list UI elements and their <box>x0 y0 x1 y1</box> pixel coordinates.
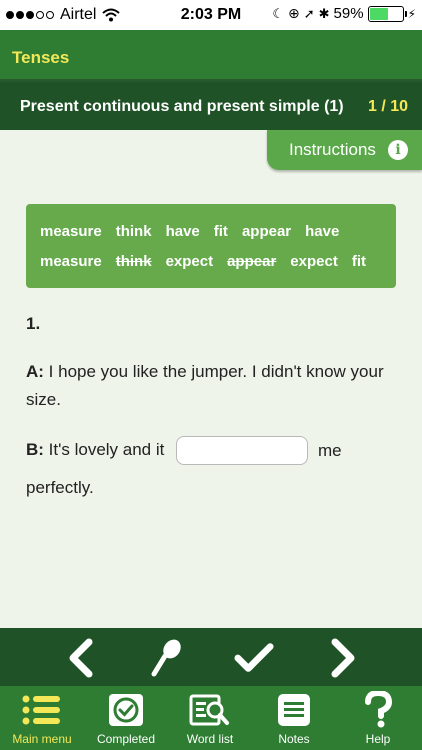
line-a-text: I hope you like the jumper. I didn't kno… <box>26 362 384 409</box>
previous-button[interactable] <box>60 638 100 678</box>
word-bank-word[interactable]: expect <box>166 253 214 270</box>
location-icon: ➚ <box>303 5 315 21</box>
exercise-header: Present continuous and present simple (1… <box>0 82 422 130</box>
line-b-text: It's lovely and it <box>43 440 165 459</box>
question-number: 1. <box>26 314 41 333</box>
checkmark-icon <box>234 643 274 672</box>
app-title: Tenses <box>12 48 70 67</box>
line-b-after-text: me <box>318 441 342 460</box>
charging-icon: ⚡ <box>407 6 416 21</box>
instructions-button[interactable]: Instructions i <box>267 130 422 170</box>
check-button[interactable] <box>234 638 274 678</box>
chevron-left-icon <box>69 638 93 678</box>
word-bank-word[interactable]: expect <box>290 253 338 270</box>
bluetooth-icon: ✱ <box>318 5 330 21</box>
word-bank-word[interactable]: fit <box>214 223 228 240</box>
notes-icon <box>278 694 310 726</box>
help-icon <box>365 691 393 728</box>
tab-label: Completed <box>96 732 156 746</box>
word-list-icon <box>189 694 229 726</box>
list-icon <box>22 695 60 725</box>
info-icon: i <box>388 140 408 160</box>
answer-input[interactable] <box>176 436 308 465</box>
tab-label: Notes <box>278 732 310 746</box>
tab-notes[interactable]: Notes <box>252 686 336 750</box>
line-b-end-text: perfectly. <box>26 478 94 497</box>
dialogue-line-b: B: It's lovely and it <box>26 440 164 460</box>
word-bank-row: measure think have fit appear have <box>40 216 386 246</box>
tab-bar: Main menu Completed Word list Notes Help <box>0 686 422 750</box>
tab-completed[interactable]: Completed <box>84 686 168 750</box>
word-bank-word[interactable]: have <box>305 223 339 240</box>
tab-label: Word list <box>186 732 234 746</box>
word-bank-word[interactable]: have <box>166 223 200 240</box>
battery-percent: 59% <box>333 5 364 22</box>
word-bank-word[interactable]: fit <box>352 253 366 270</box>
tab-word-list[interactable]: Word list <box>168 686 252 750</box>
word-bank-word[interactable]: think <box>116 223 152 240</box>
word-bank-row: measure think expect appear expect fit <box>40 246 386 276</box>
word-bank-word[interactable]: measure <box>40 253 102 270</box>
word-bank-word-used[interactable]: appear <box>227 253 276 270</box>
tab-help[interactable]: Help <box>336 686 420 750</box>
app-header: Tenses <box>0 30 422 82</box>
moon-icon: ☾ <box>272 5 284 21</box>
speaker-a: A: <box>26 362 44 381</box>
progress-counter: 1 / 10 <box>367 98 408 115</box>
dialogue-line-a: A: I hope you like the jumper. I didn't … <box>26 358 406 414</box>
completed-icon <box>109 694 143 726</box>
chevron-right-icon <box>331 638 355 678</box>
tab-label: Help <box>365 732 391 746</box>
exercise-title: Present continuous and present simple (1… <box>20 98 344 115</box>
status-bar: Airtel 2:03 PM ☾ ⊕ ➚ ✱ 59% ⚡ <box>0 0 422 30</box>
microphone-icon <box>151 639 181 677</box>
word-bank-word[interactable]: appear <box>242 223 291 240</box>
microphone-button[interactable] <box>146 638 186 678</box>
tab-label: Main menu <box>12 732 72 746</box>
word-bank: measure think have fit appear have measu… <box>26 204 396 288</box>
tab-main-menu[interactable]: Main menu <box>0 686 84 750</box>
word-bank-word-used[interactable]: think <box>116 253 152 270</box>
speaker-b: B: <box>26 440 44 459</box>
action-bar <box>0 628 422 686</box>
battery-icon <box>367 5 407 22</box>
word-bank-word[interactable]: measure <box>40 223 102 240</box>
rotation-lock-icon: ⊕ <box>287 5 300 21</box>
status-right: ☾ ⊕ ➚ ✱ 59% ⚡ <box>272 5 416 22</box>
next-button[interactable] <box>324 638 364 678</box>
instructions-label: Instructions <box>289 140 376 159</box>
